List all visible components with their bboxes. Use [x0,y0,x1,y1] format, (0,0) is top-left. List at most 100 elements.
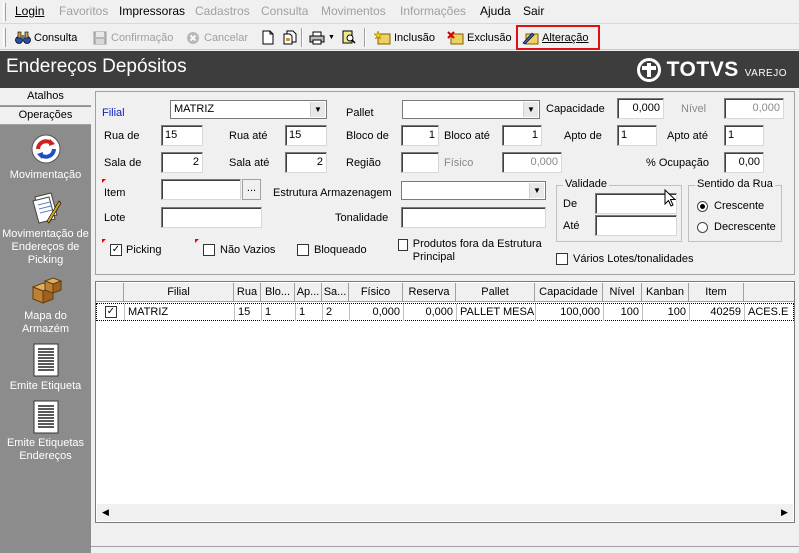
regiao-label: Região [346,157,381,169]
copy-document-button[interactable] [279,27,300,48]
cancelar-button[interactable]: Cancelar [182,27,250,48]
barcode-labels-icon [29,400,63,434]
menu-informacoes[interactable]: Informações [400,4,466,18]
column-header-filial[interactable]: Filial [124,283,234,302]
menu-login[interactable]: Login [15,4,44,18]
regiao-input[interactable] [401,152,439,173]
menu-login-label: Login [15,4,45,18]
column-header-kanban[interactable]: Kanban [642,283,689,302]
required-marker [195,239,199,243]
menu-consulta[interactable]: Consulta [261,4,308,18]
exclusao-button[interactable]: Exclusão [445,27,514,48]
validade-ate-input[interactable] [595,215,677,236]
new-document-button[interactable] [257,27,278,48]
picking-checkbox[interactable]: ✓ Picking [110,244,161,256]
delete-x-icon [447,30,464,46]
nao-vazios-checkbox[interactable]: Não Vazios [203,244,275,256]
pallet-select[interactable]: ▼ [402,100,540,119]
copy-document-icon [281,30,298,46]
cancelar-label: Cancelar [204,31,249,44]
brand-name: TOTVS [666,58,739,81]
sidebar-tab-atalhos[interactable]: Atalhos [0,88,91,106]
item-search-button[interactable]: ... [242,179,261,200]
column-header-sala[interactable]: Sa... [322,283,349,302]
bloco-de-input[interactable]: 1 [401,125,439,146]
menu-impressoras[interactable]: Impressoras [119,4,185,18]
filial-select[interactable]: MATRIZ ▼ [170,100,327,119]
item-input[interactable] [161,179,241,200]
sidebar-tab-operacoes[interactable]: Operações [0,107,91,125]
add-star-icon [374,30,391,46]
row-select-cell[interactable]: ✓ [97,304,125,321]
sidebar-item-movimentacao-picking[interactable]: Movimentação de Endereços de Picking [0,191,91,267]
lote-label: Lote [104,212,126,224]
pallet-label: Pallet [346,107,374,119]
fisico-input[interactable]: 0,000 [502,152,562,173]
brand-logo: TOTVS VAREJO [636,57,787,83]
sala-ate-input[interactable]: 2 [285,152,327,173]
radio-unselected-icon [697,221,708,233]
column-header-item[interactable]: Item [689,283,744,302]
menu-sair[interactable]: Sair [523,4,544,18]
tonalidade-input[interactable] [401,207,546,228]
edit-pencil-icon [522,30,539,46]
menu-cadastros[interactable]: Cadastros [195,4,250,18]
column-header-nivel[interactable]: Nível [603,283,642,302]
confirmacao-button[interactable]: Confirmação [89,27,175,48]
print-button[interactable]: ▼ [306,27,337,48]
alteracao-button[interactable]: Alteração [516,25,600,50]
column-header-pallet[interactable]: Pallet [456,283,535,302]
sentido-group: Sentido da Rua Crescente Decrescente [688,178,782,242]
horizontal-scrollbar[interactable]: ◀ ▶ [97,504,793,521]
bloco-ate-input[interactable]: 1 [502,125,542,146]
apto-ate-input[interactable]: 1 [724,125,764,146]
column-header-reserva[interactable]: Reserva [403,283,456,302]
menu-favoritos[interactable]: Favoritos [59,4,108,18]
varios-lotes-checkbox[interactable]: Vários Lotes/tonalidades [556,253,693,265]
sidebar-item-movimentacao[interactable]: Movimentação [0,132,91,182]
scroll-left-icon[interactable]: ◀ [97,504,114,521]
menu-movimentos[interactable]: Movimentos [321,4,386,18]
sidebar-item-emite-etiqueta[interactable]: Emite Etiqueta [0,343,91,393]
bloqueado-checkbox[interactable]: Bloqueado [297,244,367,256]
estrutura-select[interactable]: ▼ [401,181,546,200]
cell-reserva: 0,000 [404,304,457,321]
sala-de-input[interactable]: 2 [161,152,203,173]
scroll-right-icon[interactable]: ▶ [776,504,793,521]
column-header-desc[interactable] [744,283,794,302]
table-row[interactable]: ✓ MATRIZ 15 1 1 2 0,000 0,000 PALLET MES… [96,303,794,321]
rua-ate-input[interactable]: 15 [285,125,327,146]
cell-filial: MATRIZ [125,304,235,321]
sidebar-item-mapa-armazem[interactable]: Mapa do Armazém [0,273,91,336]
lote-input[interactable] [161,207,262,228]
sentido-decrescente-label: Decrescente [714,221,776,233]
required-marker [102,239,106,243]
inclusao-button[interactable]: Inclusão [372,27,437,48]
menu-ajuda[interactable]: Ajuda [480,4,511,18]
capacidade-input[interactable]: 0,000 [617,98,664,119]
nivel-input[interactable]: 0,000 [724,98,784,119]
sentido-decrescente[interactable]: Decrescente [697,221,776,233]
column-header-select[interactable] [96,283,124,302]
ocupacao-input[interactable]: 0,00 [724,152,764,173]
column-header-fisico[interactable]: Físico [349,283,403,302]
validade-de-label: De [563,198,578,210]
toolbar-grip [3,28,6,47]
picking-label: Picking [126,244,162,256]
alteracao-label: Alteração [542,31,589,44]
consulta-label: Consulta [34,31,78,44]
rua-de-input[interactable]: 15 [161,125,203,146]
cell-pallet: PALLET MESA [457,304,536,321]
column-header-bloco[interactable]: Blo... [261,283,295,302]
column-header-apto[interactable]: Ap... [295,283,322,302]
search-document-button[interactable] [338,27,359,48]
column-header-capacidade[interactable]: Capacidade [535,283,603,302]
sidebar-item-emite-etiquetas-enderecos[interactable]: Emite Etiquetas Endereços [0,400,91,463]
cell-capacidade: 100,000 [536,304,604,321]
apto-de-input[interactable]: 1 [617,125,657,146]
menu-grip [3,3,6,21]
produtos-fora-checkbox[interactable]: Produtos fora da Estrutura Principal [398,238,548,264]
column-header-rua[interactable]: Rua [234,283,261,302]
consulta-button[interactable]: Consulta [12,27,79,48]
sentido-crescente[interactable]: Crescente [697,200,764,212]
